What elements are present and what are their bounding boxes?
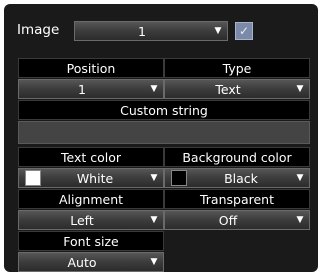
background-color-select[interactable]: Black ▼ bbox=[164, 168, 310, 188]
transparent-select[interactable]: Off ▼ bbox=[164, 210, 310, 230]
type-select[interactable]: Text ▼ bbox=[164, 79, 310, 99]
font-size-header: Font size bbox=[18, 231, 164, 251]
position-select-value: 1 bbox=[78, 81, 86, 97]
settings-panel: Image 1 ▼ ✓ Position Type 1 ▼ Text ▼ Cus… bbox=[4, 4, 318, 272]
chevron-down-icon: ▼ bbox=[150, 257, 158, 267]
background-color-header: Background color bbox=[164, 147, 310, 167]
transparent-header: Transparent bbox=[164, 189, 310, 209]
image-select[interactable]: 1 ▼ bbox=[74, 21, 228, 41]
chevron-down-icon: ▼ bbox=[214, 26, 222, 36]
transparent-select-value: Off bbox=[218, 212, 238, 228]
font-size-select-value: Auto bbox=[67, 254, 97, 270]
image-label: Image bbox=[17, 22, 60, 38]
image-select-value: 1 bbox=[138, 23, 146, 39]
text-color-select-value: White bbox=[76, 170, 114, 186]
custom-string-header: Custom string bbox=[18, 100, 310, 120]
custom-string-input[interactable] bbox=[18, 121, 310, 144]
position-header: Position bbox=[18, 58, 164, 78]
text-color-select[interactable]: White ▼ bbox=[18, 168, 164, 188]
chevron-down-icon: ▼ bbox=[150, 173, 158, 183]
font-size-select[interactable]: Auto ▼ bbox=[18, 252, 164, 272]
chevron-down-icon: ▼ bbox=[296, 173, 304, 183]
chevron-down-icon: ▼ bbox=[296, 84, 304, 94]
type-select-value: Text bbox=[215, 81, 241, 97]
background-color-select-value: Black bbox=[224, 170, 258, 186]
image-enabled-checkbox[interactable]: ✓ bbox=[235, 22, 253, 40]
alignment-select-value: Left bbox=[70, 212, 94, 228]
chevron-down-icon: ▼ bbox=[150, 84, 158, 94]
chevron-down-icon: ▼ bbox=[296, 215, 304, 225]
color-swatch bbox=[25, 170, 41, 186]
color-swatch bbox=[171, 170, 187, 186]
check-icon: ✓ bbox=[238, 24, 250, 38]
type-header: Type bbox=[164, 58, 310, 78]
alignment-header: Alignment bbox=[18, 189, 164, 209]
position-select[interactable]: 1 ▼ bbox=[18, 79, 164, 99]
chevron-down-icon: ▼ bbox=[150, 215, 158, 225]
alignment-select[interactable]: Left ▼ bbox=[18, 210, 164, 230]
text-color-header: Text color bbox=[18, 147, 164, 167]
